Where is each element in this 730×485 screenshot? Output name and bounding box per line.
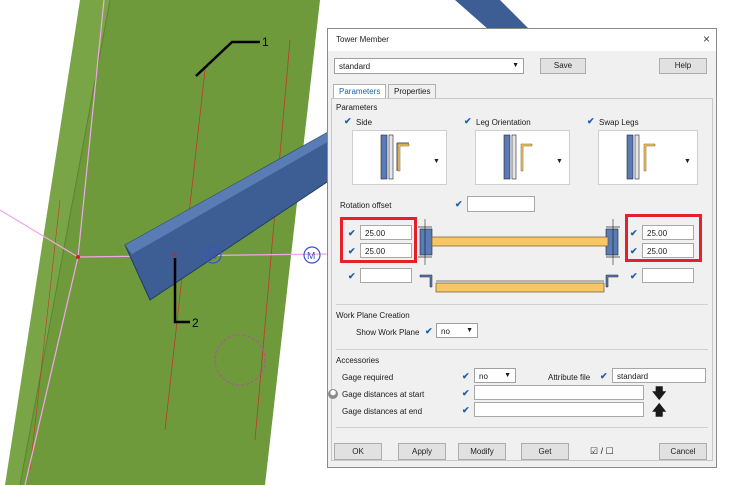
- rotation-offset-diagram: [418, 219, 620, 293]
- tab-parameters[interactable]: Parameters: [333, 84, 387, 98]
- side-label: Side: [356, 118, 373, 127]
- gage-start-checkbox[interactable]: ✔: [462, 389, 471, 398]
- work-plane-section: Work Plane Creation: [336, 311, 410, 320]
- dialog-title: Tower Member: [336, 35, 389, 44]
- gage-end-input[interactable]: [474, 402, 644, 417]
- angle-profile-icon: ▼: [626, 134, 691, 180]
- svg-text:▼: ▼: [684, 158, 691, 165]
- close-icon[interactable]: ×: [703, 32, 710, 46]
- dialog-titlebar: Tower Member ×: [328, 29, 716, 51]
- svg-text:▼: ▼: [433, 158, 440, 165]
- highlight-box-right: [625, 214, 702, 262]
- modify-button[interactable]: Modify: [458, 443, 506, 460]
- show-work-plane-checkbox[interactable]: ✔: [425, 327, 434, 336]
- tab-properties[interactable]: Properties: [388, 84, 437, 98]
- offset-bottom-left-input[interactable]: [360, 268, 412, 283]
- highlight-box-left: [340, 217, 417, 263]
- angle-profile-icon: ▼: [503, 134, 563, 180]
- help-button[interactable]: Help: [659, 58, 707, 74]
- gage-required-select[interactable]: no ▼: [474, 368, 516, 383]
- svg-text:M: M: [307, 251, 315, 262]
- ok-button[interactable]: OK: [334, 443, 382, 460]
- leg-orientation-label: Leg Orientation: [476, 118, 531, 127]
- attribute-file-input[interactable]: standard: [612, 368, 706, 383]
- preset-select[interactable]: standard ▼: [334, 58, 524, 74]
- svg-text:▼: ▼: [556, 158, 563, 165]
- cancel-button[interactable]: Cancel: [659, 443, 707, 460]
- show-work-plane-select[interactable]: no ▼: [436, 323, 478, 338]
- swap-legs-option-picker[interactable]: ▼: [598, 130, 698, 185]
- angle-profile-icon: ▼: [380, 134, 440, 180]
- preset-value: standard: [339, 62, 371, 71]
- toggle-all-checkboxes[interactable]: ☑ / ☐: [590, 446, 614, 457]
- show-work-plane-label: Show Work Plane: [356, 328, 420, 337]
- divider: [336, 427, 708, 428]
- gear-icon[interactable]: ⬢: [328, 389, 338, 399]
- attribute-file-label: Attribute file: [548, 373, 591, 382]
- gage-required-checkbox[interactable]: ✔: [462, 372, 471, 381]
- gage-end-label: Gage distances at end: [342, 407, 423, 416]
- tower-member-dialog: Tower Member × standard ▼ Save Help Para…: [327, 28, 717, 468]
- callout-1: 1: [262, 35, 269, 49]
- apply-button[interactable]: Apply: [398, 443, 446, 460]
- swap-legs-label: Swap Legs: [599, 118, 639, 127]
- chevron-down-icon: ▼: [466, 327, 473, 334]
- rotation-offset-label: Rotation offset: [340, 201, 392, 210]
- leg-orientation-option-picker[interactable]: ▼: [475, 130, 570, 185]
- divider: [336, 349, 708, 350]
- offset-bottom-right-input[interactable]: [642, 268, 694, 283]
- gage-required-label: Gage required: [342, 373, 394, 382]
- gage-required-value: no: [479, 372, 488, 381]
- side-checkbox[interactable]: ✔: [344, 117, 353, 126]
- rotation-offset-checkbox[interactable]: ✔: [455, 200, 464, 209]
- rotation-offset-input[interactable]: [467, 196, 535, 212]
- chevron-down-icon: ▼: [504, 372, 511, 379]
- leg-orientation-checkbox[interactable]: ✔: [464, 117, 473, 126]
- side-option-picker[interactable]: ▼: [352, 130, 447, 185]
- callout-2: 2: [192, 316, 199, 330]
- offset-bottom-left-checkbox[interactable]: ✔: [348, 272, 357, 281]
- save-button[interactable]: Save: [540, 58, 586, 74]
- svg-text:M: M: [208, 251, 216, 262]
- gage-start-label: Gage distances at start: [342, 390, 425, 399]
- attribute-file-checkbox[interactable]: ✔: [600, 372, 609, 381]
- divider: [336, 304, 708, 305]
- offset-bottom-right-checkbox[interactable]: ✔: [630, 272, 639, 281]
- gage-end-checkbox[interactable]: ✔: [462, 406, 471, 415]
- arrow-up-icon[interactable]: 🡅: [652, 400, 666, 424]
- parameters-panel: Parameters ✔ Side ✔ Leg Orientation ✔ Sw…: [328, 98, 713, 461]
- section-parameters: Parameters: [336, 103, 378, 112]
- swap-legs-checkbox[interactable]: ✔: [587, 117, 596, 126]
- chevron-down-icon: ▼: [512, 62, 519, 69]
- accessories-section: Accessories: [336, 356, 380, 365]
- gage-start-input[interactable]: [474, 385, 644, 400]
- get-button[interactable]: Get: [521, 443, 569, 460]
- show-work-plane-value: no: [441, 327, 450, 336]
